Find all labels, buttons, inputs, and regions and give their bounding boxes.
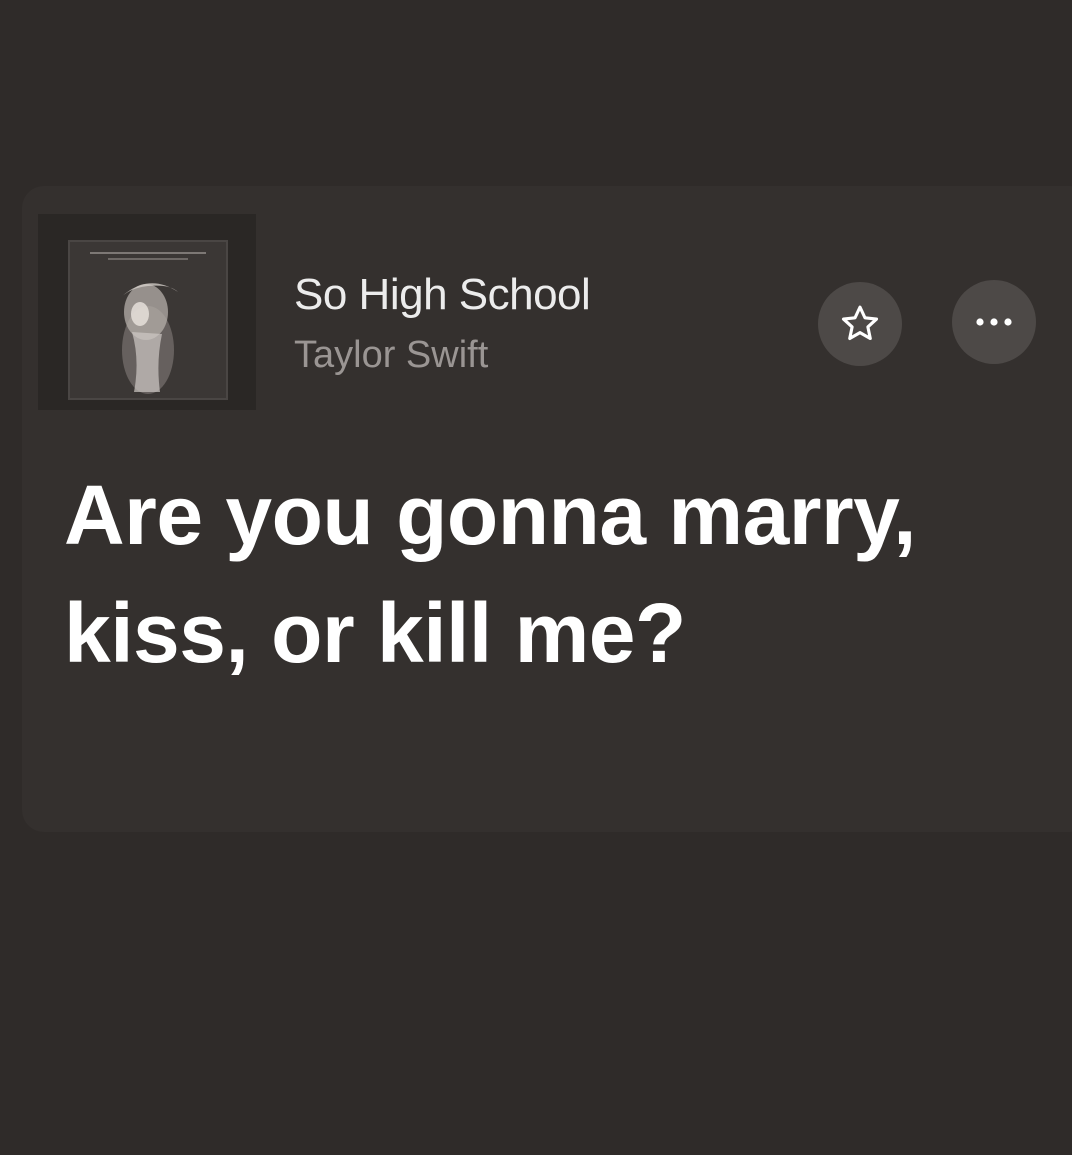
album-artwork[interactable] [38,214,256,410]
lyric-line: Are you gonna marry, kiss, or kill me? [64,468,916,680]
song-artist[interactable]: Taylor Swift [294,334,488,377]
song-title: So High School [294,270,591,319]
album-cover-frame [68,240,228,400]
album-cover-image [70,242,226,398]
favorite-button[interactable] [818,282,902,366]
star-icon [841,305,879,341]
more-options-button[interactable] [952,280,1036,364]
ellipsis-icon [976,318,1012,326]
